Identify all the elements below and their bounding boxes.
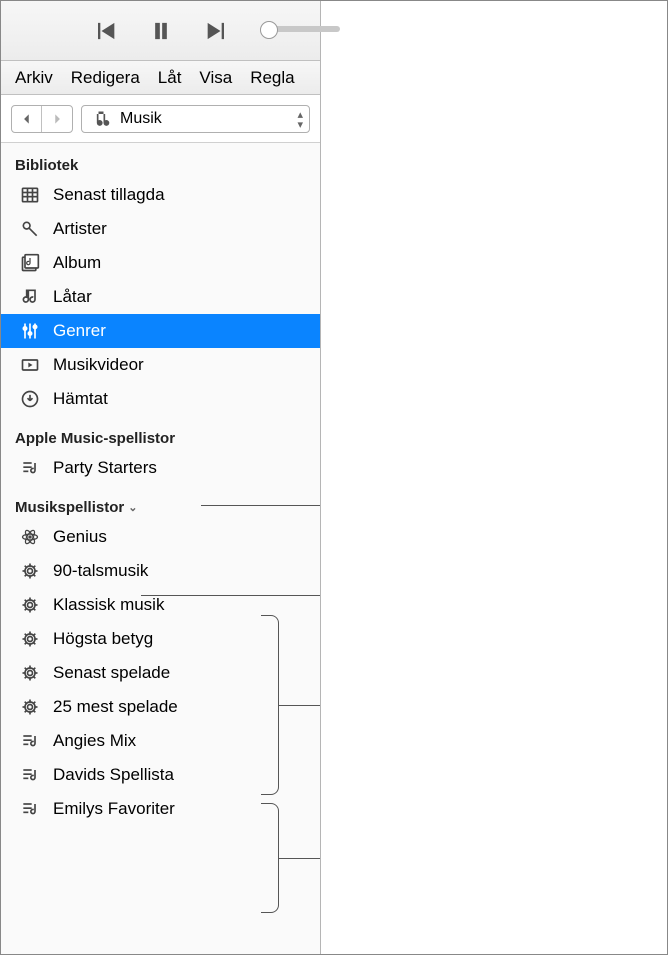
gear-icon xyxy=(19,594,41,616)
bracket xyxy=(261,615,279,795)
callout-line xyxy=(141,595,320,596)
library-item[interactable]: Musikvideor xyxy=(1,348,320,382)
playlist-icon xyxy=(19,798,41,820)
section-applemusic-title: Apple Music-spellistor xyxy=(1,416,320,451)
chevron-down-icon: ⌄ xyxy=(128,501,137,514)
playlist-label: 25 mest spelade xyxy=(53,697,178,717)
section-library-title: Bibliotek xyxy=(1,143,320,178)
video-icon xyxy=(19,354,41,376)
menu-visa[interactable]: Visa xyxy=(199,68,232,88)
playlist-icon xyxy=(19,457,41,479)
applemusic-playlist-label: Party Starters xyxy=(53,458,157,478)
gear-icon xyxy=(19,696,41,718)
back-button[interactable] xyxy=(12,106,42,132)
menu-redigera[interactable]: Redigera xyxy=(71,68,140,88)
note-icon xyxy=(19,286,41,308)
library-label: Musikvideor xyxy=(53,355,144,375)
library-label: Hämtat xyxy=(53,389,108,409)
library-item[interactable]: Album xyxy=(1,246,320,280)
library-item[interactable]: Artister xyxy=(1,212,320,246)
playback-controls xyxy=(1,1,320,61)
source-select[interactable]: Musik ▴▾ xyxy=(81,105,310,133)
library-item[interactable]: Låtar xyxy=(1,280,320,314)
music-note-icon xyxy=(90,108,112,130)
playlist-label: Davids Spellista xyxy=(53,765,174,785)
download-icon xyxy=(19,388,41,410)
nav-segment xyxy=(11,105,73,133)
library-label: Artister xyxy=(53,219,107,239)
previous-button[interactable] xyxy=(91,17,119,45)
gear-icon xyxy=(19,628,41,650)
playlist-icon xyxy=(19,764,41,786)
library-label: Album xyxy=(53,253,101,273)
sliders-icon xyxy=(19,320,41,342)
playlist-label: Angies Mix xyxy=(53,731,136,751)
gear-icon xyxy=(19,662,41,684)
applemusic-playlist-item[interactable]: Party Starters xyxy=(1,451,320,485)
playlist-item[interactable]: Genius xyxy=(1,520,320,554)
next-button[interactable] xyxy=(203,17,231,45)
album-icon xyxy=(19,252,41,274)
menu-reglage[interactable]: Regla xyxy=(250,68,294,88)
playlist-icon xyxy=(19,730,41,752)
library-item[interactable]: Senast tillagda xyxy=(1,178,320,212)
playlist-label: Emilys Favoriter xyxy=(53,799,175,819)
playlist-label: Klassisk musik xyxy=(53,595,164,615)
recent-icon xyxy=(19,184,41,206)
gear-icon xyxy=(19,560,41,582)
menu-bar: Arkiv Redigera Låt Visa Regla xyxy=(1,61,320,95)
library-label: Genrer xyxy=(53,321,106,341)
library-label: Senast tillagda xyxy=(53,185,165,205)
updown-icon: ▴▾ xyxy=(297,110,303,130)
genius-icon xyxy=(19,526,41,548)
source-label: Musik xyxy=(120,110,162,128)
playlist-label: Senast spelade xyxy=(53,663,170,683)
library-item[interactable]: Hämtat xyxy=(1,382,320,416)
nav-row: Musik ▴▾ xyxy=(1,95,320,143)
playlist-label: Högsta betyg xyxy=(53,629,153,649)
volume-slider[interactable] xyxy=(260,26,340,32)
pause-button[interactable] xyxy=(147,17,175,45)
bracket xyxy=(261,803,279,913)
playlist-item[interactable]: 90-talsmusik xyxy=(1,554,320,588)
sidebar-list: Bibliotek Senast tillagda Artister Album Lå… xyxy=(1,143,320,954)
menu-arkiv[interactable]: Arkiv xyxy=(15,68,53,88)
playlist-label: 90-talsmusik xyxy=(53,561,148,581)
forward-button[interactable] xyxy=(42,106,72,132)
library-label: Låtar xyxy=(53,287,92,307)
mic-icon xyxy=(19,218,41,240)
menu-lat[interactable]: Låt xyxy=(158,68,182,88)
callout-line xyxy=(201,505,320,506)
library-item[interactable]: Genrer xyxy=(1,314,320,348)
playlist-label: Genius xyxy=(53,527,107,547)
section-playlists-title[interactable]: Musikspellistor ⌄ xyxy=(1,485,151,520)
